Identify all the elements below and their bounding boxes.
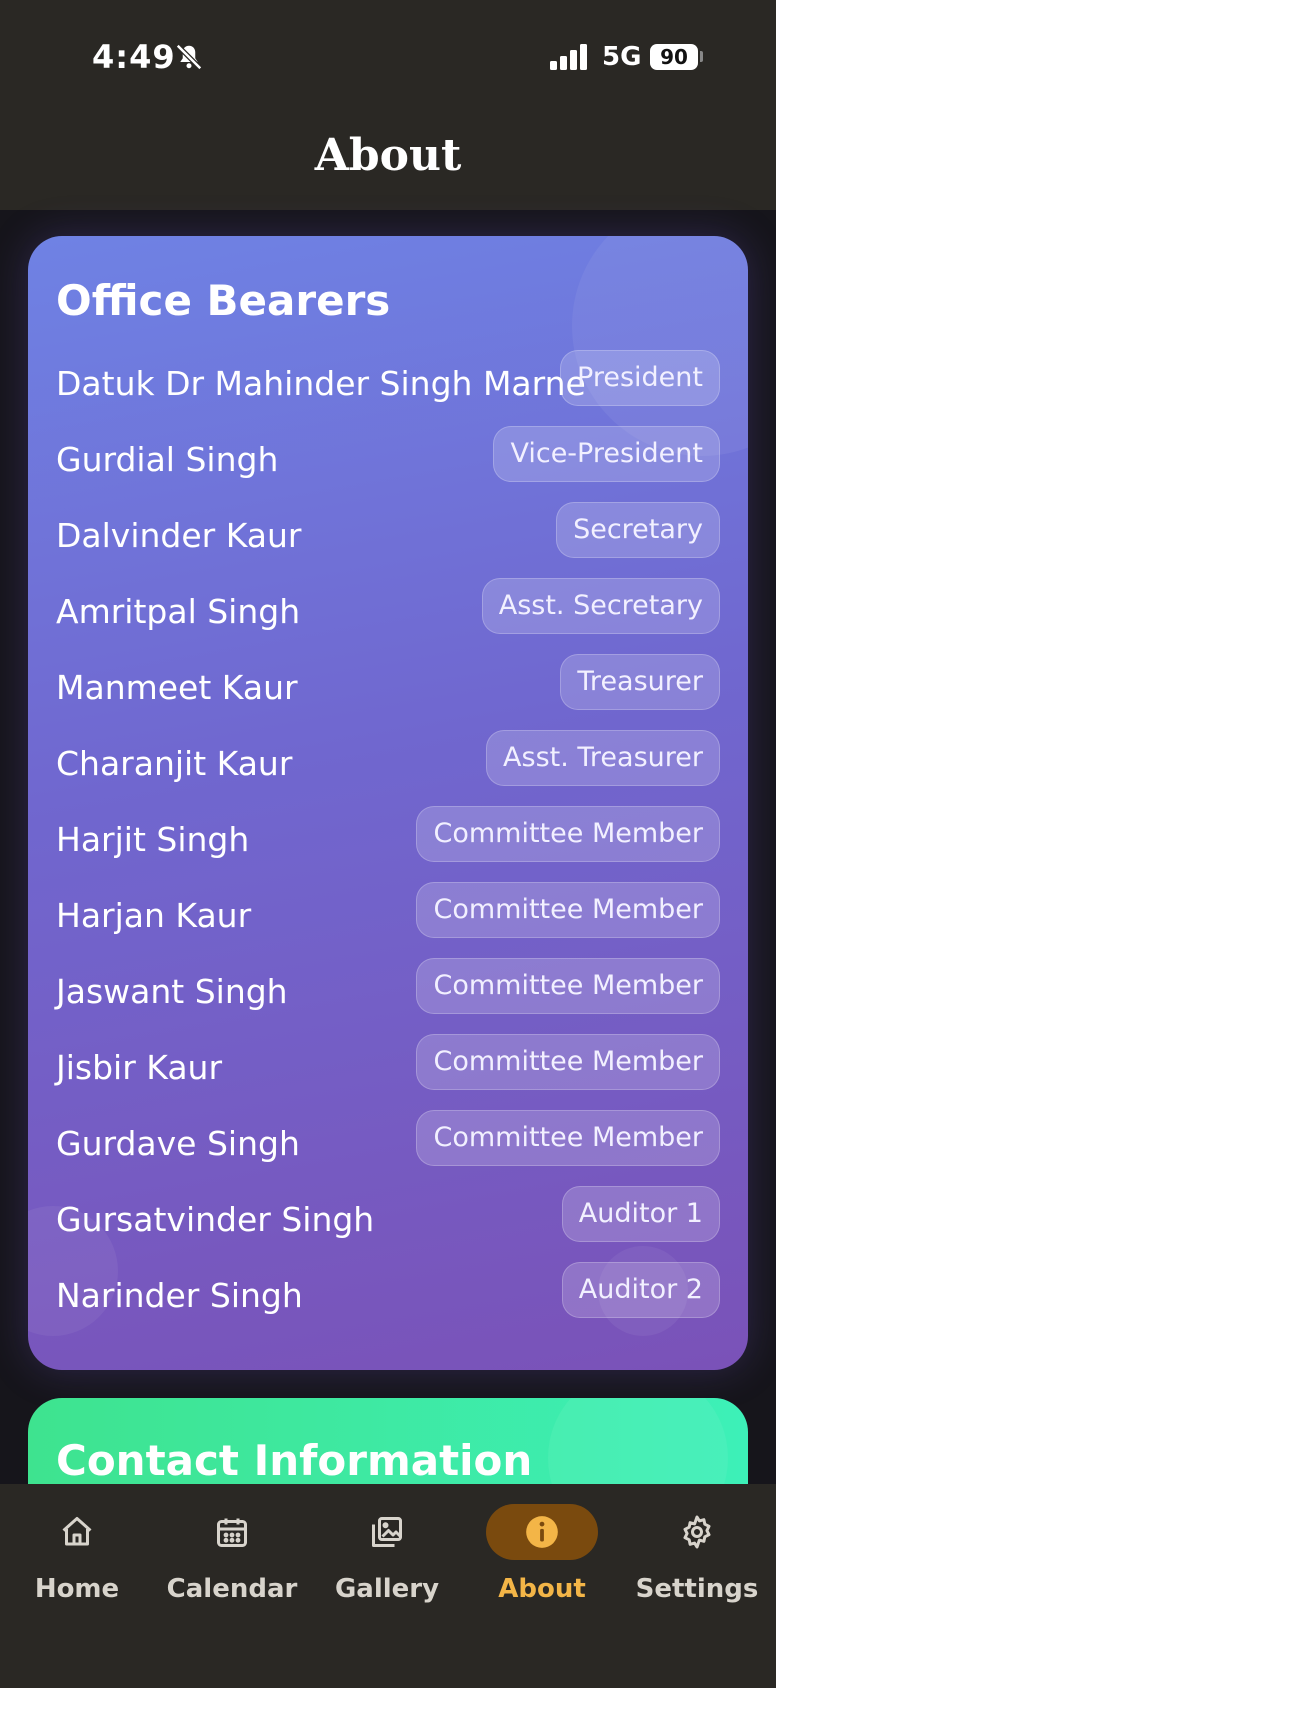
bearer-list: Datuk Dr Mahinder Singh Marne President Gu…	[28, 348, 748, 1336]
nav-icon-container	[641, 1504, 753, 1560]
bearer-row: Narinder Singh Auditor 2	[28, 1260, 748, 1336]
nav-icon-container	[331, 1504, 443, 1560]
bearer-row: Jaswant Singh Committee Member	[28, 956, 748, 1032]
battery-icon: 90	[650, 44, 698, 70]
signal-icon	[550, 44, 587, 70]
home-icon	[62, 1517, 92, 1546]
role-badge: Treasurer	[560, 654, 720, 710]
network-type: 5G	[602, 42, 642, 72]
bearer-name: Manmeet Kaur	[56, 668, 298, 707]
bearer-row: Harjit Singh Committee Member	[28, 804, 748, 880]
bearer-row: Gursatvinder Singh Auditor 1	[28, 1184, 748, 1260]
page-title: About	[314, 130, 462, 181]
contact-information-title: Contact Information	[56, 1436, 533, 1485]
battery-tip	[700, 51, 703, 62]
bearer-name: Harjit Singh	[56, 820, 250, 859]
bearer-row: Dalvinder Kaur Secretary	[28, 500, 748, 576]
bearer-name: Narinder Singh	[56, 1276, 303, 1315]
info-icon	[526, 1516, 558, 1548]
bearer-name: Jisbir Kaur	[56, 1048, 223, 1087]
nav-label-settings: Settings	[635, 1574, 759, 1604]
role-badge: Committee Member	[416, 1034, 720, 1090]
office-bearers-card: Office Bearers Datuk Dr Mahinder Singh M…	[28, 236, 748, 1370]
role-badge: President	[560, 350, 720, 406]
phone-screen: 4:49 5G 90 About Office Bearers Datuk Dr…	[0, 0, 776, 1688]
nav-item-calendar[interactable]: Calendar	[157, 1504, 307, 1604]
role-badge: Secretary	[556, 502, 720, 558]
bearer-name: Gurdave Singh	[56, 1124, 300, 1163]
nav-label-home: Home	[34, 1574, 120, 1604]
nav-label-about: About	[498, 1574, 586, 1604]
role-badge: Asst. Secretary	[481, 578, 720, 634]
nav-item-gallery[interactable]: Gallery	[312, 1504, 462, 1604]
bearer-name: Datuk Dr Mahinder Singh Marne	[56, 364, 586, 403]
nav-label-gallery: Gallery	[334, 1574, 440, 1604]
role-badge: Auditor 2	[561, 1262, 720, 1318]
status-time: 4:49	[92, 38, 176, 76]
bearer-name: Jaswant Singh	[56, 972, 288, 1011]
bell-off-icon	[175, 43, 203, 71]
bearer-name: Harjan Kaur	[56, 896, 252, 935]
office-bearers-title: Office Bearers	[56, 276, 391, 325]
nav-icon-container	[176, 1504, 288, 1560]
bearer-name: Amritpal Singh	[56, 592, 301, 631]
bottom-navigation: Home Calendar Gallery About Settings	[0, 1484, 776, 1688]
bearer-row: Harjan Kaur Committee Member	[28, 880, 748, 956]
bearer-name: Gursatvinder Singh	[56, 1200, 375, 1239]
nav-icon-container	[486, 1504, 598, 1560]
bearer-name: Gurdial Singh	[56, 440, 279, 479]
role-badge: Committee Member	[416, 1110, 720, 1166]
role-badge: Committee Member	[416, 882, 720, 938]
bearer-row: Datuk Dr Mahinder Singh Marne President	[28, 348, 748, 424]
header-bar: 4:49 5G 90 About	[0, 0, 776, 210]
bearer-row: Amritpal Singh Asst. Secretary	[28, 576, 748, 652]
role-badge: Auditor 1	[561, 1186, 720, 1242]
bearer-row: Gurdial Singh Vice-President	[28, 424, 748, 500]
role-badge: Committee Member	[416, 806, 720, 862]
gallery-icon	[372, 1517, 402, 1547]
bearer-row: Charanjit Kaur Asst. Treasurer	[28, 728, 748, 804]
nav-icon-container	[21, 1504, 133, 1560]
battery-level: 90	[660, 45, 688, 69]
role-badge: Asst. Treasurer	[486, 730, 720, 786]
role-badge: Committee Member	[416, 958, 720, 1014]
bearer-row: Jisbir Kaur Committee Member	[28, 1032, 748, 1108]
nav-label-calendar: Calendar	[166, 1574, 298, 1604]
nav-item-home[interactable]: Home	[2, 1504, 152, 1604]
bearer-name: Dalvinder Kaur	[56, 516, 302, 555]
gear-icon	[683, 1515, 711, 1549]
role-badge: Vice-President	[493, 426, 720, 482]
bearer-row: Manmeet Kaur Treasurer	[28, 652, 748, 728]
calendar-icon	[217, 1518, 247, 1547]
nav-item-settings[interactable]: Settings	[622, 1504, 772, 1604]
nav-item-about[interactable]: About	[467, 1504, 617, 1604]
bearer-row: Gurdave Singh Committee Member	[28, 1108, 748, 1184]
bearer-name: Charanjit Kaur	[56, 744, 293, 783]
